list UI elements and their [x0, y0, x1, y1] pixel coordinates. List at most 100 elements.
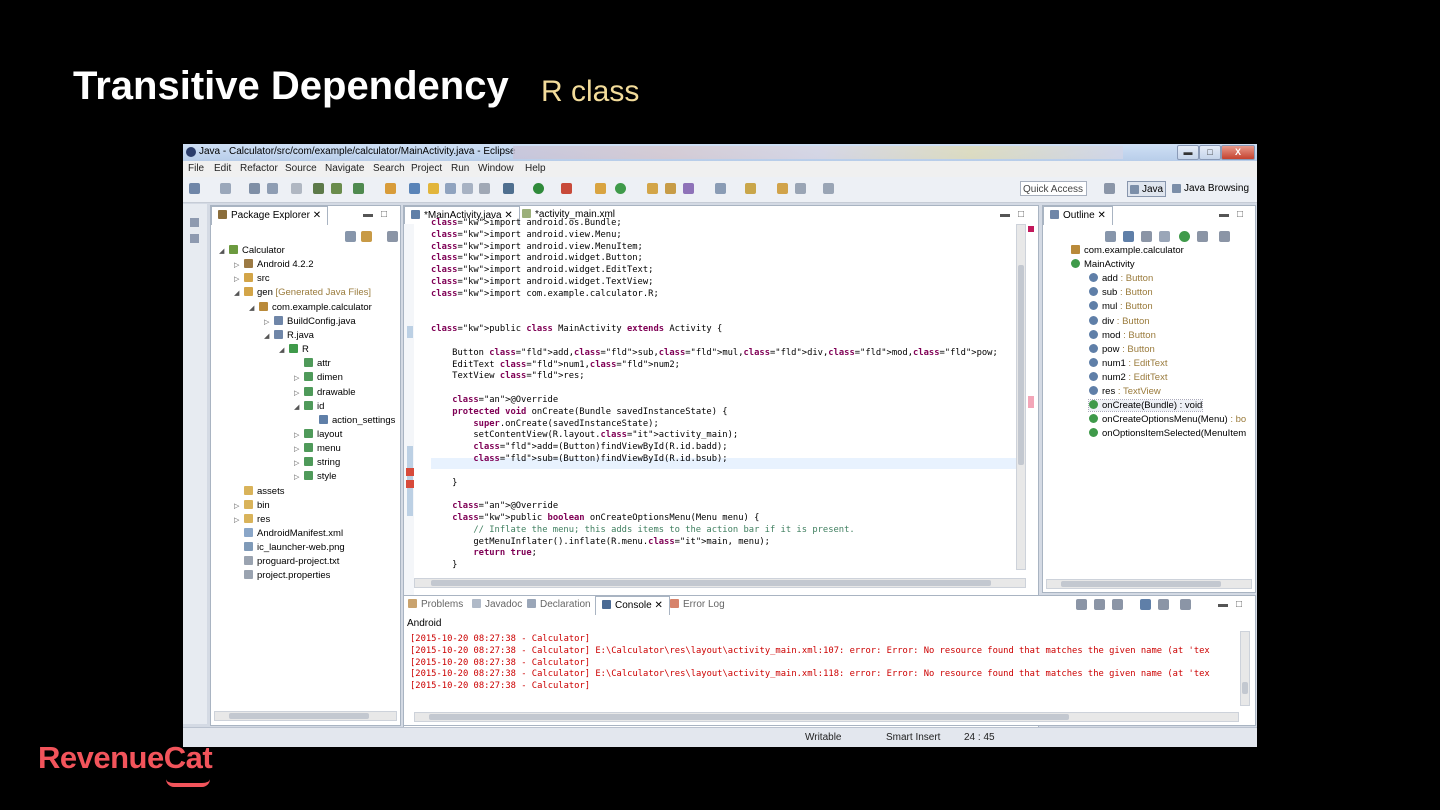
outline-item[interactable]: com.example.calculator [1071, 245, 1184, 256]
close-icon[interactable]: ✕ [1097, 210, 1105, 221]
open-file-icon[interactable] [665, 183, 676, 194]
expanded-arrow-icon[interactable]: ◢ [249, 304, 254, 312]
outline-item[interactable]: onCreateOptionsMenu(Menu) : bo [1089, 414, 1246, 425]
horizontal-scrollbar[interactable] [1046, 579, 1252, 589]
vertical-scrollbar[interactable] [1240, 631, 1250, 706]
expanded-arrow-icon[interactable]: ◢ [264, 332, 269, 340]
menu-project[interactable]: Project [411, 163, 442, 174]
minimize-view-icon[interactable]: ▬ [1219, 206, 1229, 224]
hide-nonpublic-icon[interactable] [1179, 231, 1190, 242]
lint-icon[interactable] [385, 183, 396, 194]
tree-item[interactable]: style [304, 471, 337, 482]
minimize-view-icon[interactable]: ▬ [363, 206, 373, 224]
next-annotation-icon[interactable] [715, 183, 726, 194]
collapsed-arrow-icon[interactable]: ▷ [294, 473, 299, 481]
tree-item[interactable]: gen [Generated Java Files] [244, 287, 371, 298]
collapsed-arrow-icon[interactable]: ▷ [264, 318, 269, 326]
save-all-icon[interactable] [267, 183, 278, 194]
tab-console[interactable]: Console ✕ [595, 596, 670, 615]
outline-item[interactable]: onCreate(Bundle) : void [1087, 399, 1204, 413]
close-icon[interactable]: ✕ [313, 210, 321, 221]
view-menu-icon[interactable] [387, 231, 398, 242]
hide-static-icon[interactable] [1159, 231, 1170, 242]
tree-item[interactable]: string [304, 457, 340, 468]
checkbox-icon[interactable] [353, 183, 364, 194]
word-wrap-icon[interactable] [1112, 599, 1123, 610]
outline-item[interactable]: div : Button [1089, 315, 1150, 327]
clear-console-icon[interactable] [1076, 599, 1087, 610]
menu-file[interactable]: File [188, 163, 204, 174]
open-type-icon[interactable] [409, 183, 420, 194]
new-icon[interactable] [189, 183, 200, 194]
tree-item[interactable]: project.properties [244, 570, 330, 581]
link-with-editor-icon[interactable] [361, 231, 372, 242]
avd-manager-icon[interactable] [331, 183, 342, 194]
outline-item[interactable]: add : Button [1089, 273, 1153, 284]
open-perspective-icon[interactable] [1104, 183, 1115, 194]
collapsed-arrow-icon[interactable]: ▷ [294, 431, 299, 439]
forward-arrow-icon[interactable] [823, 183, 834, 194]
tree-item[interactable]: bin [244, 499, 270, 511]
tree-item[interactable]: ic_launcher-web.png [244, 542, 345, 553]
error-marker-icon[interactable] [406, 468, 414, 476]
perspective-java[interactable]: Java [1127, 181, 1167, 197]
tree-item[interactable]: src [244, 273, 270, 284]
menu-source[interactable]: Source [285, 163, 317, 174]
print-icon[interactable] [291, 183, 302, 194]
error-marker-icon[interactable] [406, 480, 414, 488]
tab-package-explorer[interactable]: Package Explorer ✕ [211, 206, 329, 225]
menu-window[interactable]: Window [478, 163, 514, 174]
collapse-all-icon[interactable] [345, 231, 356, 242]
menu-search[interactable]: Search [373, 163, 405, 174]
outline-item[interactable]: onOptionsItemSelected(MenuItem [1089, 428, 1246, 439]
outline-item[interactable]: pow : Button [1089, 343, 1155, 355]
vertical-scrollbar[interactable] [1016, 224, 1026, 570]
horizontal-scrollbar[interactable] [414, 578, 1026, 588]
outline-item[interactable]: MainActivity [1071, 259, 1135, 270]
maximize-view-icon[interactable]: □ [1236, 596, 1242, 614]
tree-item[interactable]: attr [304, 358, 331, 369]
sort-icon[interactable] [1123, 231, 1134, 242]
debug-icon[interactable] [503, 183, 514, 194]
horizontal-scrollbar[interactable] [414, 712, 1239, 722]
tree-item[interactable]: R [289, 344, 309, 355]
minimize-view-icon[interactable]: ▬ [1218, 596, 1228, 614]
collapsed-arrow-icon[interactable]: ▷ [234, 261, 239, 269]
collapse-all-icon[interactable] [1105, 231, 1116, 242]
maximize-view-icon[interactable]: □ [1018, 206, 1024, 224]
menu-run[interactable]: Run [451, 163, 469, 174]
tab-outline[interactable]: Outline ✕ [1043, 206, 1113, 225]
save-icon[interactable] [249, 183, 260, 194]
outline-item[interactable]: sub : Button [1089, 287, 1153, 298]
collapsed-arrow-icon[interactable]: ▷ [234, 516, 239, 524]
collapsed-arrow-icon[interactable]: ▷ [234, 275, 239, 283]
perspective-java-browsing[interactable]: Java Browsing [1170, 181, 1251, 197]
view-menu-icon[interactable] [1219, 231, 1230, 242]
pin-console-icon[interactable] [1140, 599, 1151, 610]
collapsed-arrow-icon[interactable]: ▷ [294, 459, 299, 467]
open-folder-icon[interactable] [647, 183, 658, 194]
tab-error-log[interactable]: Error Log [670, 596, 725, 614]
quick-access-input[interactable]: Quick Access [1020, 181, 1087, 196]
tree-item[interactable]: R.java [274, 329, 314, 341]
collapsed-arrow-icon[interactable]: ▷ [294, 374, 299, 382]
close-button[interactable]: X [1221, 145, 1255, 160]
tree-item[interactable]: assets [244, 485, 284, 497]
run-icon[interactable] [533, 183, 544, 194]
tree-item[interactable]: layout [304, 428, 342, 440]
tree-item[interactable]: id [304, 400, 324, 412]
maximize-view-icon[interactable]: □ [381, 206, 387, 224]
outline-item[interactable]: num2 : EditText [1089, 371, 1167, 383]
back-icon[interactable] [777, 183, 788, 194]
restore-icon[interactable] [190, 218, 199, 227]
outline-item[interactable]: num1 : EditText [1089, 357, 1167, 369]
expanded-arrow-icon[interactable]: ◢ [294, 403, 299, 411]
expanded-arrow-icon[interactable]: ◢ [219, 247, 224, 255]
display-console-icon[interactable] [1158, 599, 1169, 610]
maximize-button[interactable]: □ [1199, 145, 1221, 160]
tree-item[interactable]: drawable [304, 386, 356, 398]
new-package-icon[interactable] [595, 183, 606, 194]
external-tools-icon[interactable] [561, 183, 572, 194]
outline-item[interactable]: mul : Button [1089, 301, 1153, 312]
block-selection-icon[interactable] [445, 183, 456, 194]
